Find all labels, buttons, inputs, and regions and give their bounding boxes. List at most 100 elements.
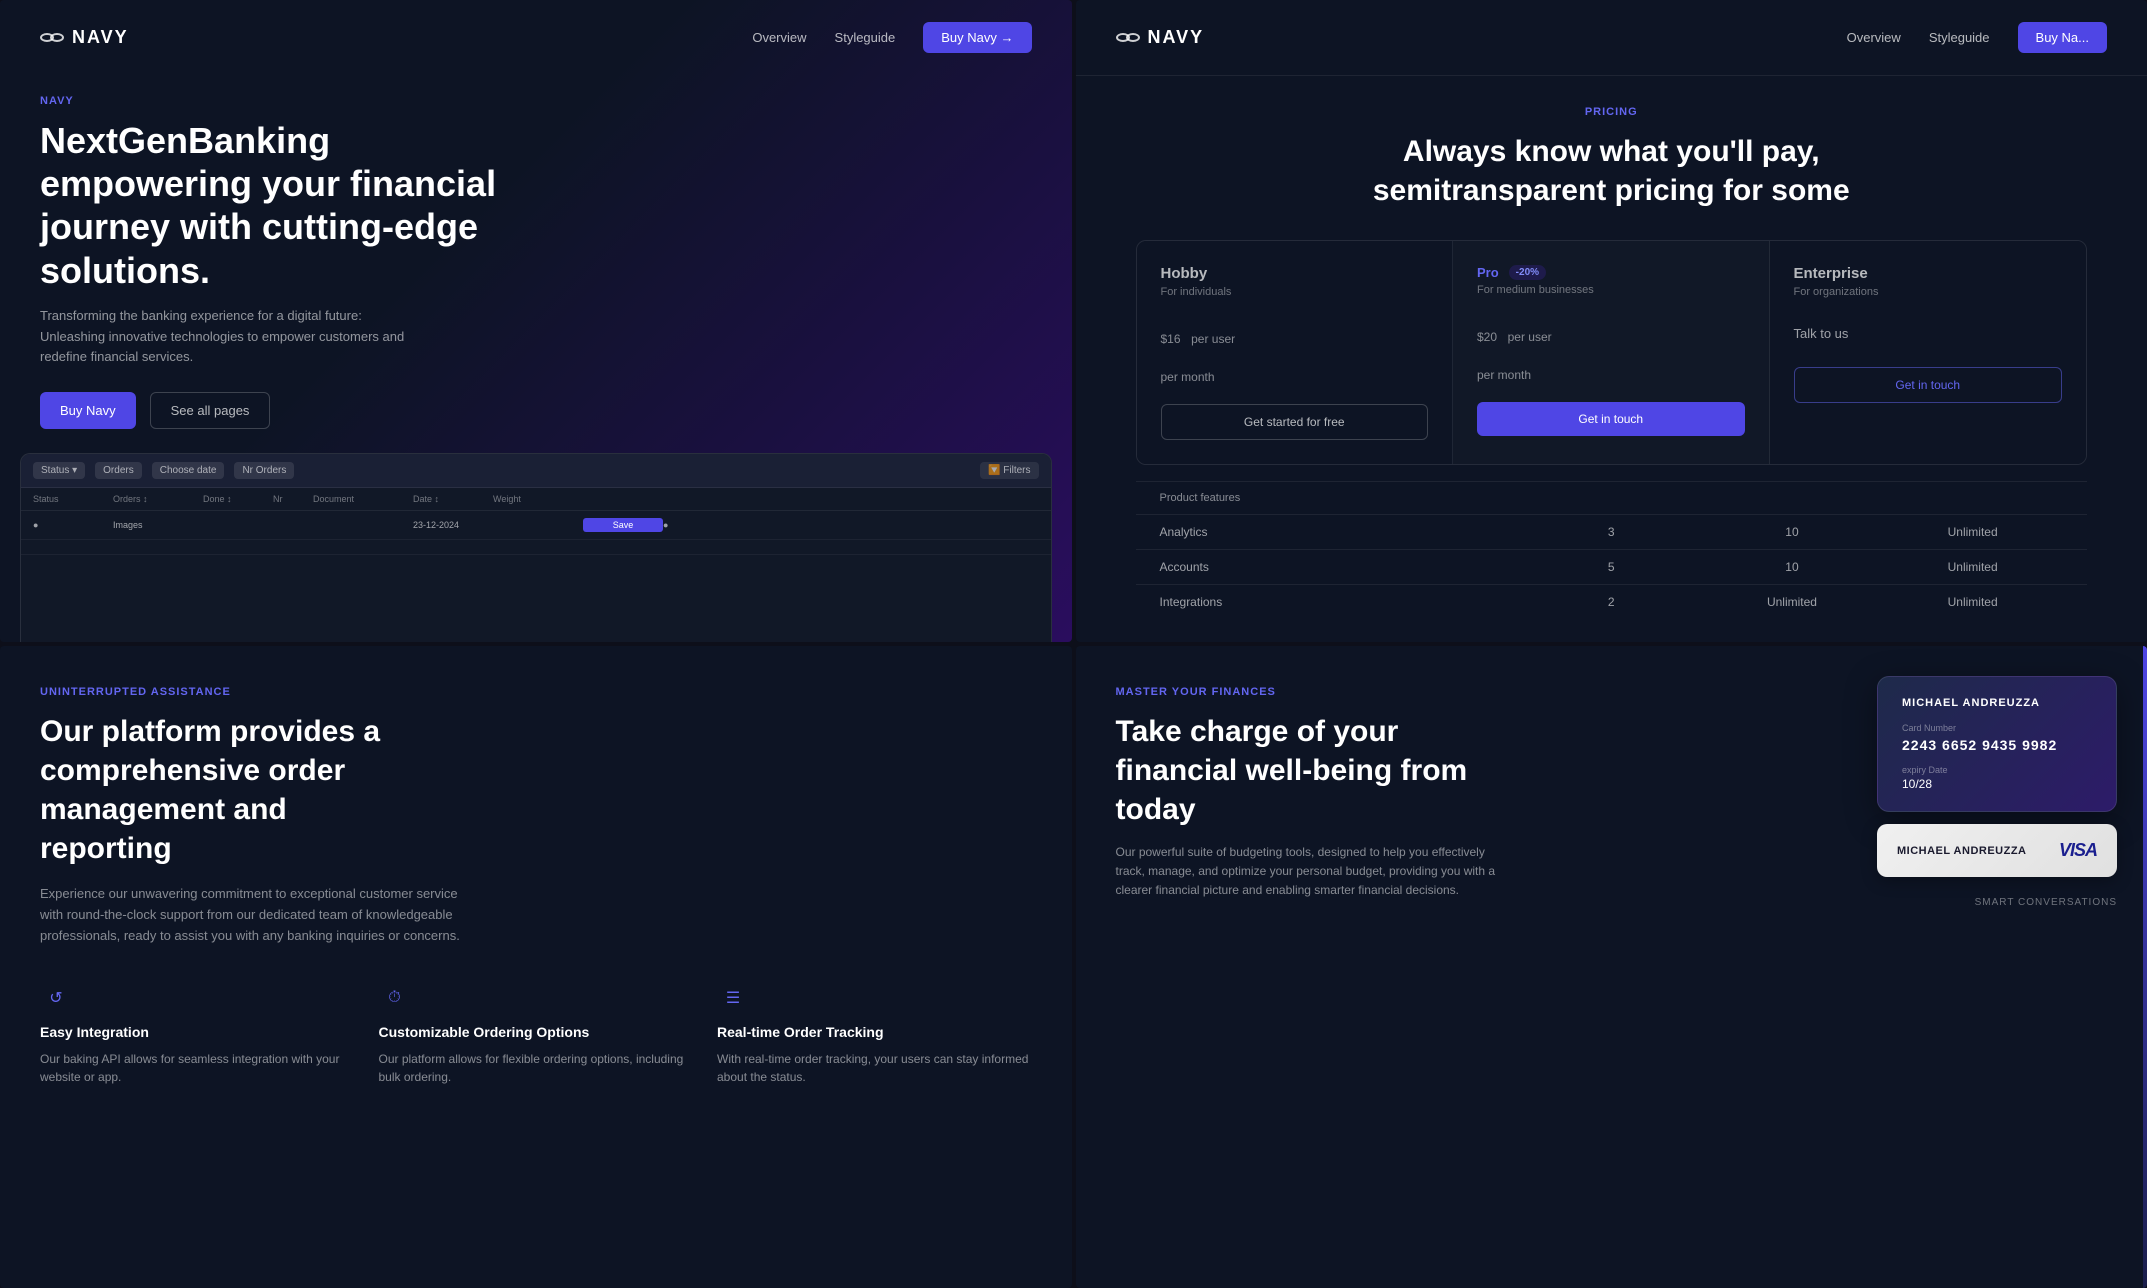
- nav-overview[interactable]: Overview: [752, 30, 806, 45]
- nav-styleguide-2[interactable]: Styleguide: [1929, 30, 1990, 45]
- integration-icon: ↺: [40, 982, 72, 1014]
- finance-quadrant: MASTER YOUR FINANCES Take charge of your…: [1076, 646, 2147, 1288]
- pricing-grid: Hobby For individuals $16 per userper mo…: [1136, 240, 2088, 465]
- hero-content: NAVY NextGenBanking empowering your fina…: [0, 75, 1072, 429]
- integration-desc: Our baking API allows for seamless integ…: [40, 1050, 355, 1086]
- table-row: [21, 540, 1051, 555]
- tracking-icon: ☰: [717, 982, 749, 1014]
- brand-name-2: NAVY: [1148, 27, 1205, 48]
- hero-buy-button[interactable]: Buy Navy: [40, 392, 136, 429]
- pricing-pro: Pro -20% For medium businesses $20 per u…: [1453, 241, 1770, 464]
- features-header-label: Product features: [1160, 492, 1521, 504]
- enterprise-cta-button[interactable]: Get in touch: [1794, 367, 2063, 403]
- card-expiry: 10/28: [1902, 777, 2092, 791]
- card-container: MICHAEL ANDREUZZA Card Number 2243 6652 …: [1877, 676, 2117, 908]
- pricing-label: PRICING: [1136, 106, 2088, 118]
- table-row: ● Images 23-12-2024 Save ●: [21, 511, 1051, 540]
- smart-conversations-label: SMART CONVERSATIONS: [1877, 897, 2117, 908]
- features-list: ↺ Easy Integration Our baking API allows…: [40, 982, 1032, 1086]
- feature-analytics-pro: 10: [1702, 525, 1883, 539]
- feature-row-analytics: Analytics 3 10 Unlimited: [1136, 514, 2088, 549]
- pro-cta-button[interactable]: Get in touch: [1477, 402, 1745, 436]
- logo: NAVY: [40, 27, 129, 48]
- card-bottom-name: MICHAEL ANDREUZZA: [1897, 845, 2027, 857]
- nav-overview-2[interactable]: Overview: [1847, 30, 1901, 45]
- pricing-title: Always know what you'll pay,semitranspar…: [1136, 132, 2088, 210]
- order-content: UNINTERRUPTED ASSISTANCE Our platform pr…: [0, 646, 1072, 1126]
- order-section-title: Our platform provides a comprehensive or…: [40, 712, 420, 868]
- order-section-body: Experience our unwavering commitment to …: [40, 884, 480, 946]
- hobby-cta-button[interactable]: Get started for free: [1161, 404, 1429, 440]
- nav-links: Overview Styleguide Buy Navy →: [752, 22, 1031, 53]
- tracking-desc: With real-time order tracking, your user…: [717, 1050, 1032, 1086]
- table-header: Status Orders ↕ Done ↕ Nr Document Date …: [21, 488, 1051, 511]
- feature-integrations-hobby: 2: [1521, 595, 1702, 609]
- pricing-content: PRICING Always know what you'll pay,semi…: [1076, 76, 2147, 642]
- visa-logo: VISA: [2059, 840, 2097, 861]
- finance-body: Our powerful suite of budgeting tools, d…: [1116, 843, 1496, 901]
- nav-links-2: Overview Styleguide Buy Na...: [1847, 22, 2107, 53]
- brand-name: NAVY: [72, 27, 129, 48]
- tier-enterprise-name: Enterprise: [1794, 265, 2063, 282]
- credit-card-light: MICHAEL ANDREUZZA VISA: [1877, 824, 2117, 877]
- card-number-label: Card Number: [1902, 723, 2092, 733]
- feature-integrations-ent: Unlimited: [1882, 595, 2063, 609]
- mockup-toolbar: Status ▾ Orders Choose date Nr Orders 🔽 …: [21, 454, 1051, 488]
- pricing-quadrant: NAVY Overview Styleguide Buy Na... PRICI…: [1076, 0, 2147, 642]
- feature-accounts-hobby: 5: [1521, 560, 1702, 574]
- tier-hobby-price: $16 per userper month: [1161, 312, 1429, 388]
- hero-buttons: Buy Navy See all pages: [40, 392, 1032, 429]
- nav-styleguide[interactable]: Styleguide: [835, 30, 896, 45]
- feature-tracking: ☰ Real-time Order Tracking With real-tim…: [717, 982, 1032, 1086]
- feature-accounts-name: Accounts: [1160, 560, 1521, 574]
- hero-brand-label: NAVY: [40, 95, 1032, 107]
- pricing-enterprise: Enterprise For organizations Talk to us …: [1770, 241, 2087, 464]
- ordering-desc: Our platform allows for flexible orderin…: [379, 1050, 694, 1086]
- tier-enterprise-sub: For organizations: [1794, 286, 2063, 298]
- buy-navy-button-2[interactable]: Buy Na...: [2018, 22, 2107, 53]
- tier-pro-sub: For medium businesses: [1477, 284, 1745, 296]
- tracking-title: Real-time Order Tracking: [717, 1024, 1032, 1040]
- card-holder-name: MICHAEL ANDREUZZA: [1902, 697, 2092, 709]
- feature-row-accounts: Accounts 5 10 Unlimited: [1136, 549, 2088, 584]
- credit-card-dark: MICHAEL ANDREUZZA Card Number 2243 6652 …: [1877, 676, 2117, 812]
- feature-accounts-pro: 10: [1702, 560, 1883, 574]
- features-header-row: Product features: [1136, 481, 2088, 514]
- finance-title: Take charge of your financial well-being…: [1116, 712, 1496, 829]
- features-section: Product features Analytics 3 10 Unlimite…: [1136, 465, 2088, 619]
- feature-analytics-ent: Unlimited: [1882, 525, 2063, 539]
- row-save-button[interactable]: Save: [583, 518, 663, 532]
- toolbar-orders: Orders: [95, 462, 142, 479]
- hero-title: NextGenBanking empowering your financial…: [40, 119, 540, 292]
- logo-icon-2: [1116, 33, 1140, 42]
- feature-integrations-name: Integrations: [1160, 595, 1521, 609]
- ordering-title: Customizable Ordering Options: [379, 1024, 694, 1040]
- feature-ordering: ⏱ Customizable Ordering Options Our plat…: [379, 982, 694, 1086]
- pricing-nav: NAVY Overview Styleguide Buy Na...: [1076, 0, 2147, 76]
- hero-subtitle: Transforming the banking experience for …: [40, 306, 420, 368]
- feature-row-integrations: Integrations 2 Unlimited Unlimited: [1136, 584, 2088, 619]
- toolbar-status: Status ▾: [33, 462, 85, 479]
- toolbar-nr: Nr Orders: [234, 462, 294, 479]
- hero-nav: NAVY Overview Styleguide Buy Navy →: [0, 0, 1072, 75]
- tier-hobby-name: Hobby: [1161, 265, 1429, 282]
- order-management-quadrant: UNINTERRUPTED ASSISTANCE Our platform pr…: [0, 646, 1072, 1288]
- filter-button[interactable]: 🔽 Filters: [980, 462, 1038, 479]
- integration-title: Easy Integration: [40, 1024, 355, 1040]
- card-expiry-label: expiry Date: [1902, 765, 2092, 775]
- buy-navy-button[interactable]: Buy Navy →: [923, 22, 1031, 53]
- tier-hobby-sub: For individuals: [1161, 286, 1429, 298]
- feature-accounts-ent: Unlimited: [1882, 560, 2063, 574]
- tier-pro-price: $20 per userper month: [1477, 310, 1745, 386]
- dashboard-mockup: Status ▾ Orders Choose date Nr Orders 🔽 …: [20, 453, 1052, 642]
- finance-content: MASTER YOUR FINANCES Take charge of your…: [1076, 646, 2147, 941]
- ordering-icon: ⏱: [379, 982, 411, 1014]
- feature-analytics-hobby: 3: [1521, 525, 1702, 539]
- feature-integration: ↺ Easy Integration Our baking API allows…: [40, 982, 355, 1086]
- card-number: 2243 6652 9435 9982: [1902, 737, 2092, 753]
- toolbar-date: Choose date: [152, 462, 225, 479]
- hero-pages-button[interactable]: See all pages: [150, 392, 271, 429]
- hero-quadrant: NAVY Overview Styleguide Buy Navy → NAVY…: [0, 0, 1072, 642]
- feature-analytics-name: Analytics: [1160, 525, 1521, 539]
- pricing-hobby: Hobby For individuals $16 per userper mo…: [1137, 241, 1454, 464]
